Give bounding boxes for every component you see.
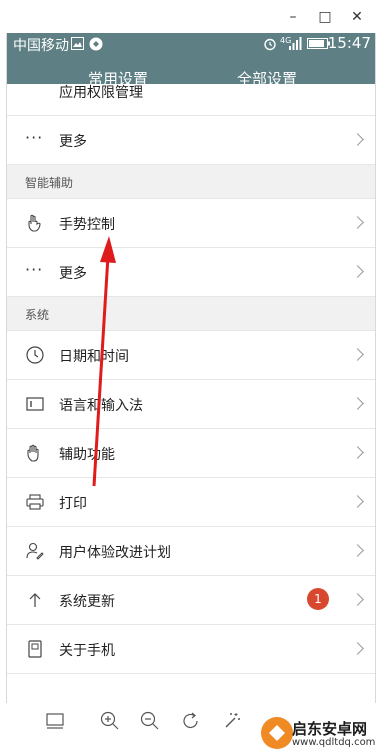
list-item-app-permissions[interactable]: 应用权限管理 [7,84,375,116]
rotate-icon[interactable] [179,709,203,733]
list-item-label: 手势控制 [59,217,115,233]
maximize-button[interactable]: □ [314,6,336,28]
phone-icon [25,639,45,659]
list-item-label: 更多 [59,266,87,282]
list-item-ux-plan[interactable]: 用户体验改进计划 [7,527,375,576]
arrow-up-icon [25,590,45,610]
chevron-right-icon [351,642,364,655]
window-title-bar: – □ ✕ [0,0,382,33]
zoom-in-icon[interactable] [98,709,122,733]
list-item-more-2[interactable]: ··· 更多 [7,248,375,297]
user-edit-icon [25,541,45,561]
status-time: 15:47 [327,34,371,52]
list-item-date-time[interactable]: 日期和时间 [7,331,375,380]
close-button[interactable]: ✕ [346,6,368,28]
list-item-language-input[interactable]: 语言和输入法 [7,380,375,429]
chevron-right-icon [351,593,364,606]
chevron-right-icon [351,216,364,229]
hand-icon [25,443,45,463]
list-item-label: 应用权限管理 [59,85,143,101]
section-header-system: 系统 [7,297,375,331]
list-item-label: 关于手机 [59,643,115,659]
clock-icon [25,345,45,365]
list-item-label: 更多 [59,134,87,150]
gesture-hand-icon [25,213,45,233]
section-title: 智能辅助 [25,176,74,190]
carrier-label: 中国移动 [13,38,69,54]
update-count-badge: 1 [307,588,329,610]
keyboard-icon [25,394,45,414]
list-item-accessibility[interactable]: 辅助功能 [7,429,375,478]
signal-icon [288,37,302,51]
printer-icon [25,492,45,512]
chevron-right-icon [351,495,364,508]
list-item-label: 辅助功能 [59,447,115,463]
alarm-icon [263,37,277,51]
phone-screen: 中国移动 4G 15:47 常用设置 全部设置 应用权限管理 ··· 更多 智能… [6,33,376,721]
more-dots-icon: ··· [25,260,44,279]
chevron-right-icon [351,348,364,361]
chevron-right-icon [351,446,364,459]
magic-wand-icon[interactable] [220,709,244,733]
list-item-print[interactable]: 打印 [7,478,375,527]
image-icon [71,37,84,51]
list-item-gesture-control[interactable]: 手势控制 [7,199,375,248]
list-item-label: 用户体验改进计划 [59,545,171,561]
shield-app-icon [89,37,103,51]
list-item-label: 日期和时间 [59,349,129,365]
watermark-url: www.qdltdq.com [292,737,376,748]
watermark-name: 启东安卓网 [292,720,368,738]
list-item-more-1[interactable]: ··· 更多 [7,116,375,165]
section-header-smart-assist: 智能辅助 [7,165,375,199]
more-dots-icon: ··· [25,128,44,147]
list-item-about-phone[interactable]: 关于手机 [7,625,375,674]
section-title: 系统 [25,308,50,322]
chevron-right-icon [351,133,364,146]
status-bar: 中国移动 4G 15:47 [7,33,375,55]
list-item-label: 系统更新 [59,594,115,610]
list-item-system-update[interactable]: 系统更新 1 [7,576,375,625]
chevron-right-icon [351,397,364,410]
minimize-button[interactable]: – [282,6,304,28]
chevron-right-icon [351,265,364,278]
fit-window-icon[interactable] [43,709,67,733]
list-item-label: 打印 [59,496,87,512]
list-item-label: 语言和输入法 [59,398,143,414]
chevron-right-icon [351,544,364,557]
zoom-out-icon[interactable] [138,709,162,733]
